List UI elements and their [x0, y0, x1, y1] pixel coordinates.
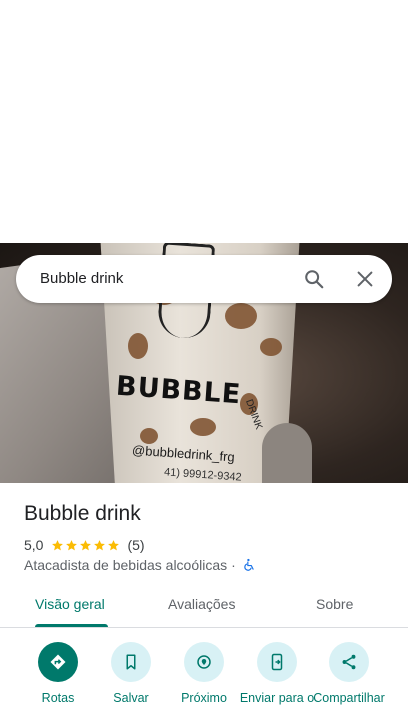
send-to-phone-button[interactable]: Enviar para o [237, 642, 317, 726]
maps-place-screen: BUBBLE DRINK @bubbledrink_frg 41) 99912-… [0, 0, 408, 726]
blank-area [0, 0, 408, 243]
star-rating [51, 539, 121, 552]
finger-shape [262, 423, 312, 483]
send-to-phone-label: Enviar para o [239, 691, 315, 705]
directions-label: Rotas [41, 691, 75, 705]
place-tabs: Visão geral Avaliações Sobre [0, 582, 408, 628]
share-button[interactable]: Compartilhar [309, 642, 389, 726]
star-icon [80, 539, 92, 550]
separator-dot: · [231, 557, 236, 573]
nearby-label: Próximo [181, 691, 227, 705]
wheelchair-accessible-icon [244, 558, 254, 571]
share-icon [342, 654, 356, 670]
nearby-icon [197, 655, 211, 669]
category-row: Atacadista de bebidas alcoólicas · [24, 556, 256, 574]
star-icon [94, 539, 106, 550]
save-label: Salvar [113, 691, 149, 705]
close-icon[interactable] [354, 268, 376, 290]
nearby-button[interactable]: Próximo [164, 642, 244, 726]
tab-reviews[interactable]: Avaliações [168, 596, 235, 612]
search-input[interactable]: Bubble drink [40, 270, 123, 287]
tab-about[interactable]: Sobre [316, 596, 353, 612]
send-to-phone-icon [271, 653, 283, 671]
place-title: Bubble drink [24, 502, 141, 525]
tab-overview[interactable]: Visão geral [35, 596, 105, 612]
rating-value: 5,0 [24, 537, 44, 553]
search-icon[interactable] [303, 268, 325, 290]
save-button[interactable]: Salvar [91, 642, 171, 726]
directions-icon [50, 654, 66, 670]
star-icon [52, 539, 64, 550]
share-label: Compartilhar [313, 691, 385, 705]
rating-row[interactable]: 5,0 (5) [24, 536, 145, 554]
active-tab-indicator [35, 624, 108, 627]
bookmark-icon [126, 654, 136, 670]
search-bar[interactable]: Bubble drink [16, 255, 392, 303]
star-icon [108, 539, 120, 550]
star-icon [66, 539, 78, 550]
directions-button[interactable]: Rotas [18, 642, 98, 726]
place-category: Atacadista de bebidas alcoólicas [24, 557, 228, 573]
review-count: (5) [127, 537, 145, 553]
